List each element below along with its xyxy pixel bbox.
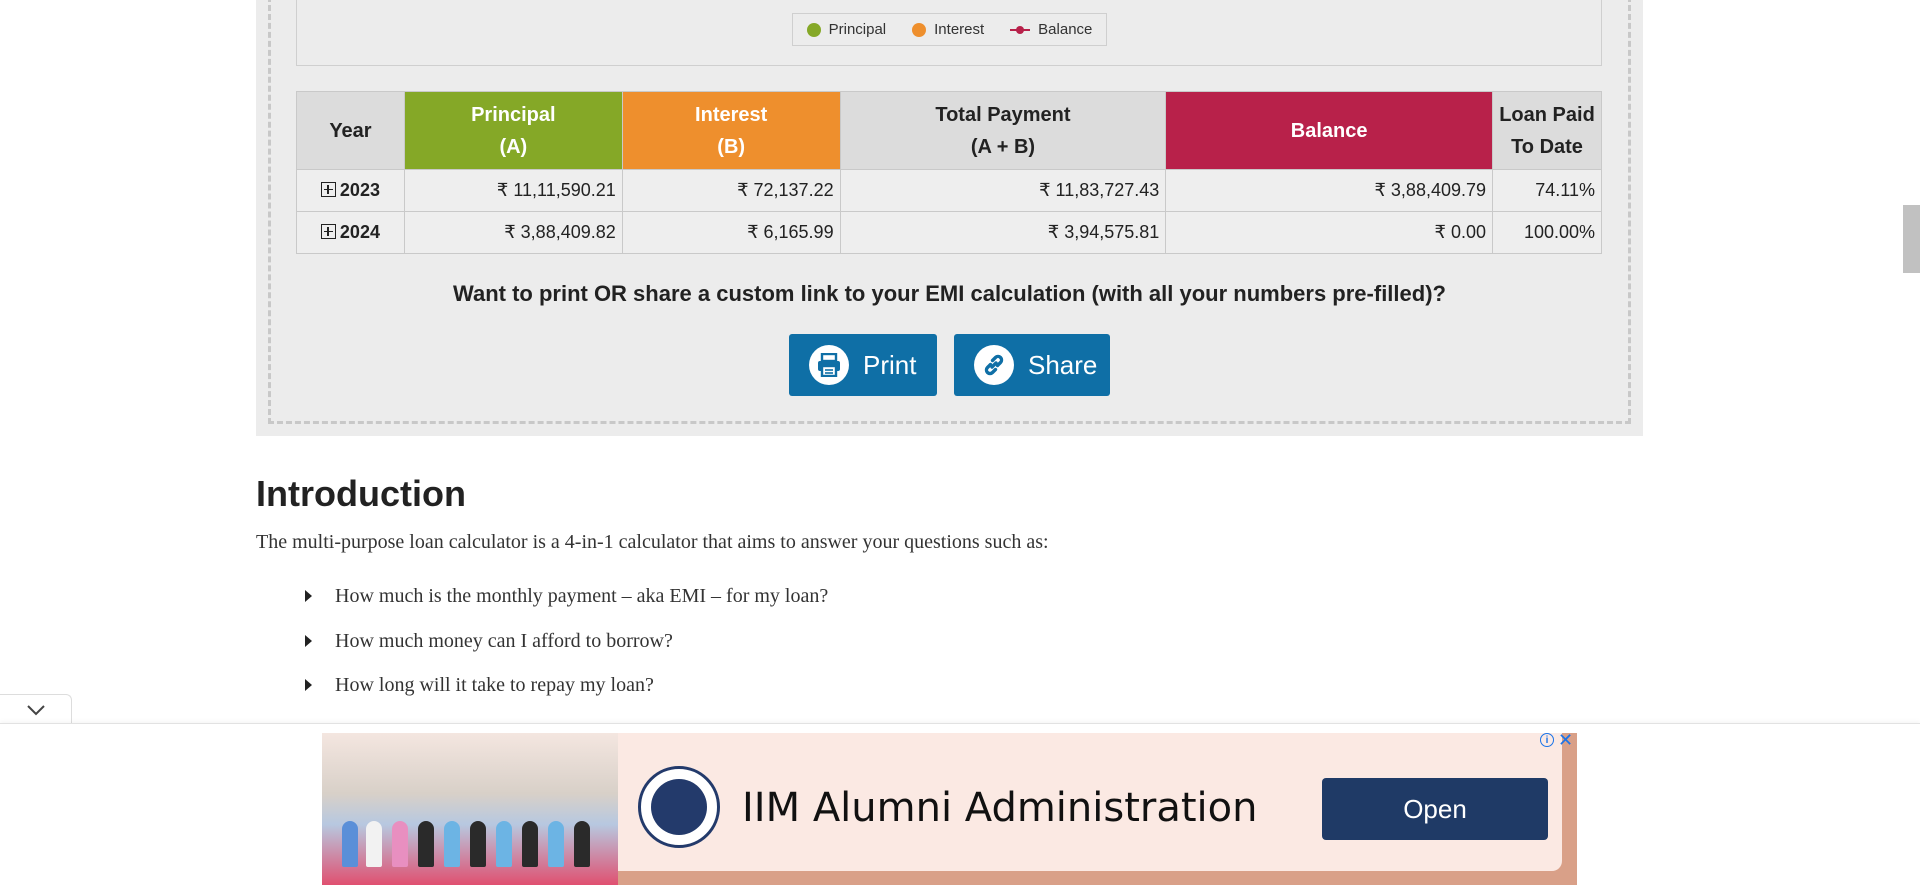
share-prompt-text: Want to print OR share a custom link to … — [453, 281, 1446, 306]
print-button-label: Print — [863, 349, 917, 380]
cell-total: ₹ 3,94,575.81 — [839, 211, 1167, 254]
ad-info-icon[interactable]: i — [1540, 733, 1554, 747]
cell-interest: ₹ 6,165.99 — [621, 211, 841, 254]
legend-label-balance: Balance — [1038, 21, 1093, 38]
legend-item-balance[interactable]: Balance — [1010, 21, 1092, 38]
balance-line-icon — [1010, 23, 1031, 37]
school-logo-icon — [638, 766, 720, 848]
legend-item-interest[interactable]: Interest — [912, 21, 984, 38]
scrollbar-thumb[interactable] — [1903, 205, 1920, 273]
cell-balance: ₹ 0.00 — [1165, 211, 1494, 254]
ad-photo-figure — [522, 821, 538, 867]
interest-dot-icon — [912, 22, 927, 37]
table-row: 2024 ₹ 3,88,409.82 ₹ 6,165.99 ₹ 3,94,575… — [296, 211, 1602, 254]
printer-icon — [809, 345, 849, 385]
ad-photo-figure — [574, 821, 590, 867]
table-row: 2023 ₹ 11,11,590.21 ₹ 72,137.22 ₹ 11,83,… — [296, 169, 1602, 212]
header-interest: Interest (B) — [621, 91, 841, 170]
ad-headline: IIM Alumni Administration — [742, 785, 1258, 831]
ad-close-icon[interactable]: ✕ — [1558, 731, 1573, 749]
ad-choices: i ✕ — [1540, 731, 1573, 749]
ad-collapse-button[interactable] — [0, 694, 72, 724]
list-item: How much is the monthly payment – aka EM… — [305, 580, 828, 625]
introduction-paragraph: The multi-purpose loan calculator is a 4… — [256, 531, 1049, 553]
list-item: How long will it take to repay my loan? — [305, 669, 828, 714]
cell-principal: ₹ 3,88,409.82 — [403, 211, 623, 254]
payment-schedule-table: Year Principal (A) Interest (B) Total Paym… — [296, 91, 1602, 254]
link-icon — [974, 345, 1014, 385]
ad-open-button[interactable]: Open — [1322, 778, 1548, 840]
share-button-label: Share — [1028, 349, 1098, 380]
header-principal: Principal (A) — [403, 91, 623, 170]
ad-photo-figure — [444, 821, 460, 867]
expand-plus-icon[interactable] — [320, 224, 336, 239]
introduction-heading: Introduction — [256, 473, 466, 514]
print-button[interactable]: Print — [789, 334, 937, 396]
ad-photo-figure — [418, 821, 434, 867]
ad-card: IIM Alumni Administration Open — [618, 733, 1562, 871]
ad-photo-figure — [470, 821, 486, 867]
ad-photo-figure — [392, 821, 408, 867]
principal-dot-icon — [806, 22, 821, 37]
ad-photo-figure — [548, 821, 564, 867]
ad-photo-figure — [366, 821, 382, 867]
table-header-row: Year Principal (A) Interest (B) Total Paym… — [296, 91, 1602, 170]
chevron-down-icon — [26, 704, 45, 715]
cell-balance: ₹ 3,88,409.79 — [1165, 169, 1494, 212]
expand-plus-icon[interactable] — [320, 182, 336, 197]
ad-photo-figure — [342, 821, 358, 867]
cell-total: ₹ 11,83,727.43 — [839, 169, 1167, 212]
question-list: How much is the monthly payment – aka EM… — [305, 580, 828, 714]
ad-photo-figure — [496, 821, 512, 867]
cell-paid: 74.11% — [1492, 169, 1602, 212]
cell-interest: ₹ 72,137.22 — [621, 169, 841, 212]
cell-principal: ₹ 11,11,590.21 — [403, 169, 623, 212]
share-button[interactable]: Share — [954, 334, 1110, 396]
cell-paid: 100.00% — [1492, 211, 1602, 254]
legend-item-principal[interactable]: Principal — [806, 21, 887, 38]
header-balance: Balance — [1165, 91, 1494, 170]
list-item: How much money can I afford to borrow? — [305, 625, 828, 670]
ad-photo — [322, 733, 618, 885]
chart-legend: Principal Interest Balance — [792, 13, 1107, 46]
legend-label-principal: Principal — [828, 21, 887, 38]
year-toggle-2023[interactable]: 2023 — [296, 169, 405, 212]
header-year: Year — [296, 91, 405, 170]
ad-creative[interactable]: IIM Alumni Administration Open — [322, 733, 1577, 885]
legend-label-interest: Interest — [934, 21, 985, 38]
year-toggle-2024[interactable]: 2024 — [296, 211, 405, 254]
header-total-payment: Total Payment (A + B) — [839, 91, 1167, 170]
header-loan-paid: Loan Paid To Date — [1492, 91, 1602, 170]
